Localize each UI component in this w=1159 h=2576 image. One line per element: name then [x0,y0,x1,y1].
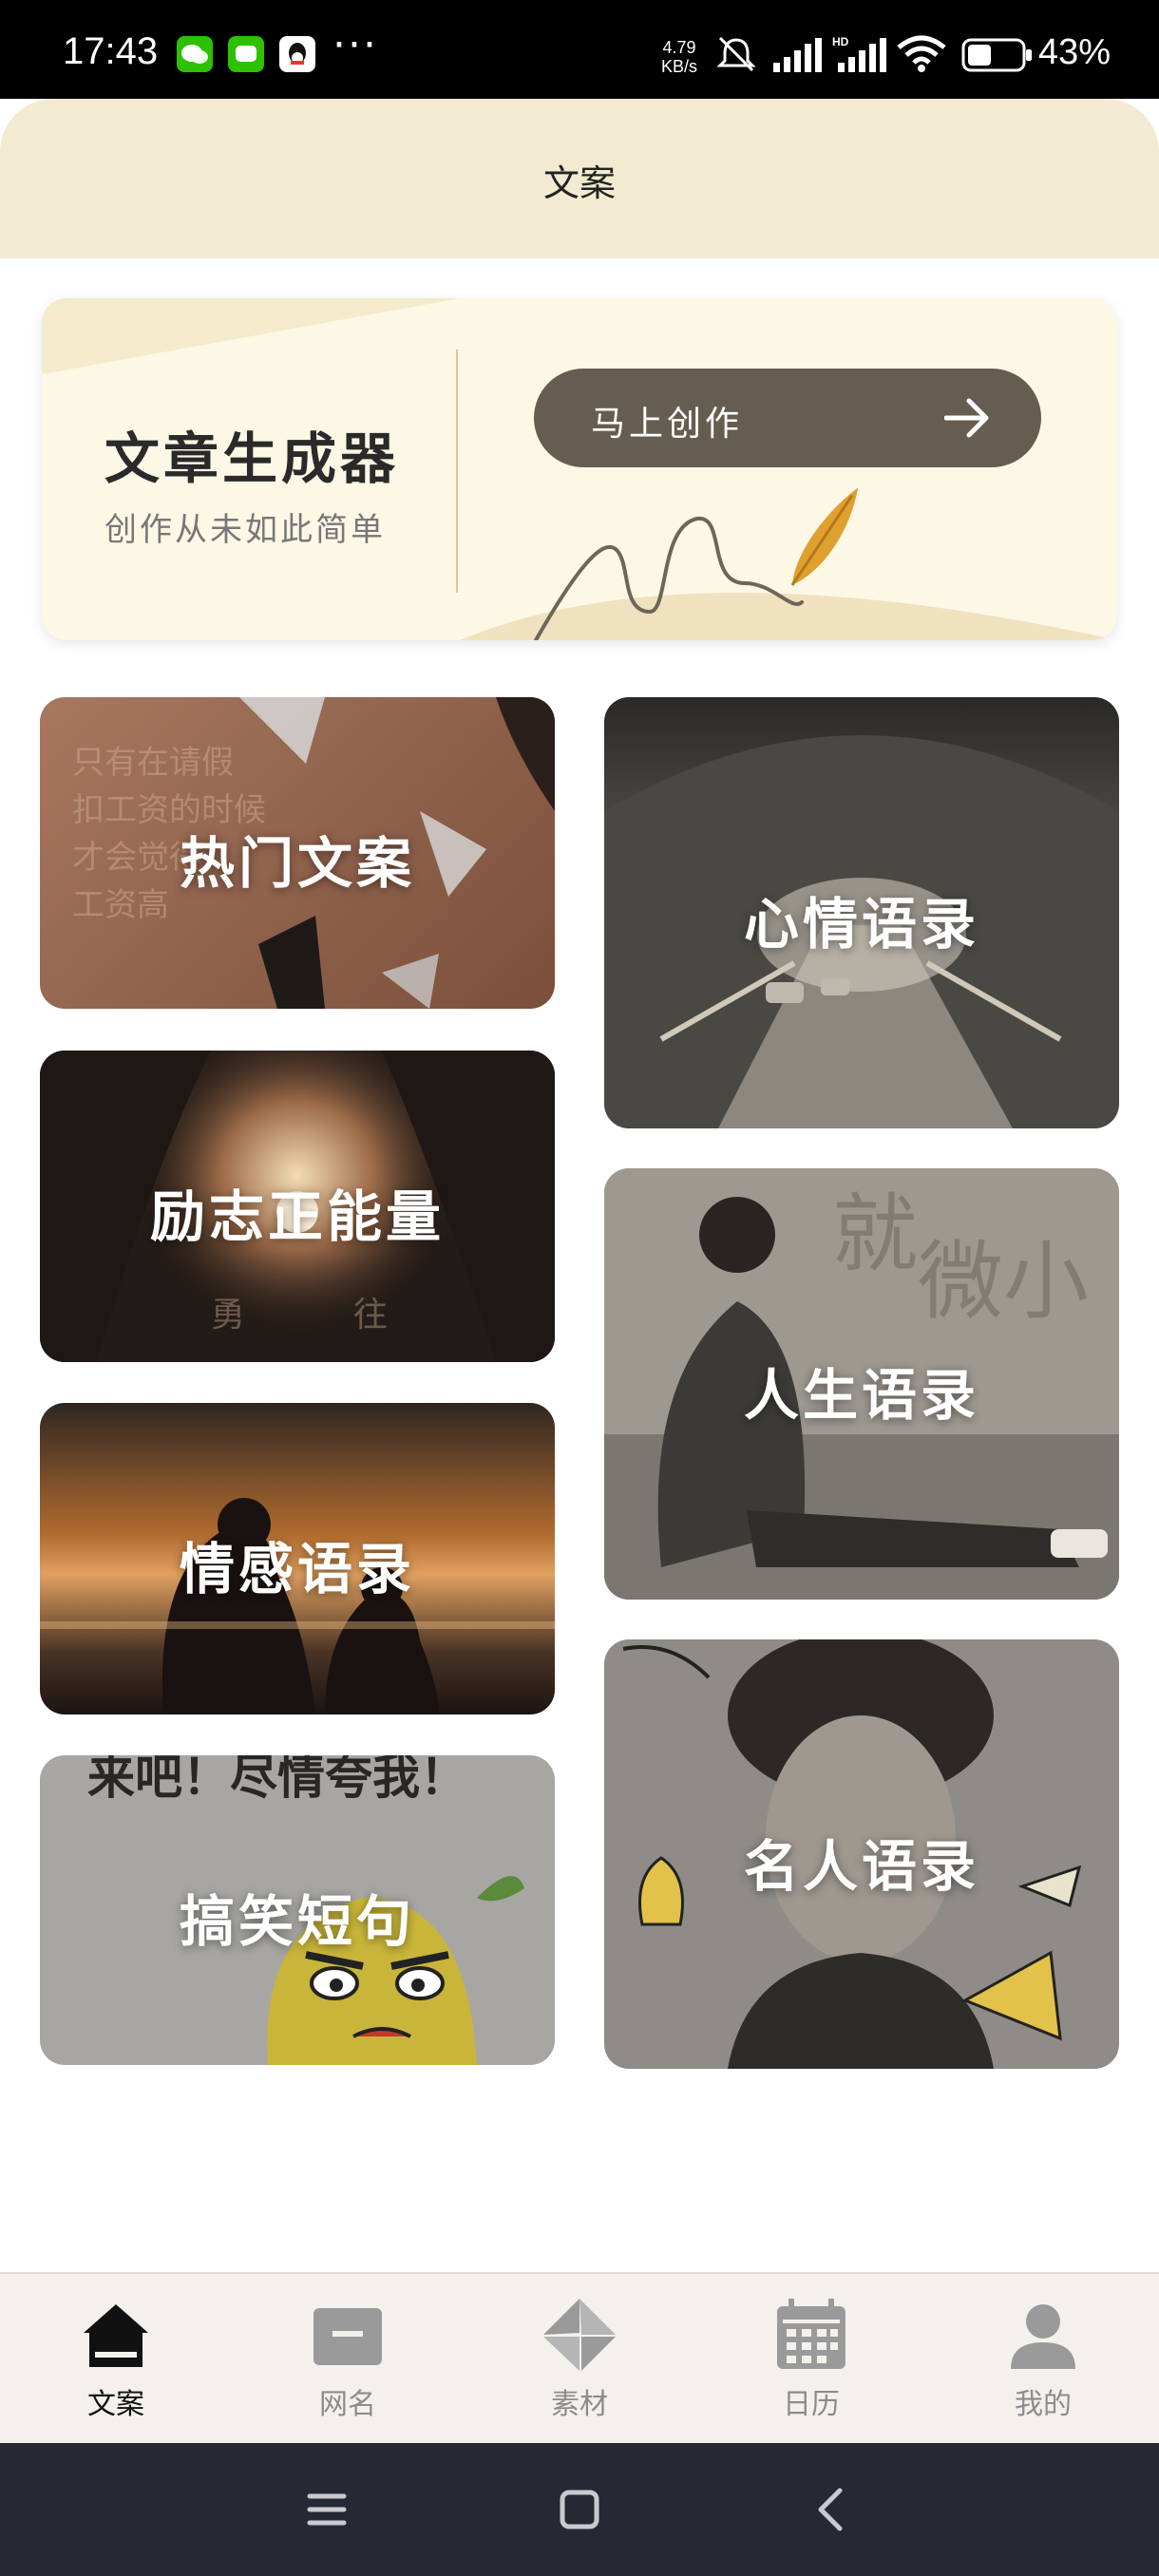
svg-text:HD: HD [832,35,849,48]
id-card-icon [314,2308,382,2365]
battery-percentage: 43% [1038,32,1112,72]
battery-icon [961,38,1032,72]
banner-title: 文章生成器 [104,426,400,491]
wifi-icon [897,35,946,72]
arrow-right-icon [944,398,989,438]
svg-text:勇: 勇 [211,1296,245,1335]
category-label-mood: 心情语录 [743,892,979,957]
category-label-famous: 名人语录 [743,1834,979,1899]
create-now-button[interactable]: 马上创作 [534,369,1041,467]
svg-text:只有在请假: 只有在请假 [72,744,234,782]
wechat-icon [177,36,213,72]
category-label-life: 人生语录 [743,1363,979,1428]
qq-icon [279,36,315,72]
profile-icon [1011,2304,1075,2369]
nav-label-material: 素材 [551,2388,608,2421]
svg-text:往: 往 [353,1296,388,1335]
category-label-emotion: 情感语录 [179,1537,415,1601]
message-icon [228,36,264,72]
nav-item-material[interactable]: 素材 [464,2274,695,2443]
svg-text:来吧！尽情夸我！: 来吧！尽情夸我！ [87,1755,467,1805]
category-label-funny: 搞笑短句 [179,1889,415,1954]
category-label-inspirational: 励志正能量 [149,1184,445,1249]
category-card-funny[interactable]: 来吧！尽情夸我！ 搞笑短句 [40,1755,555,2065]
net-speed-value: 4.79 [662,38,696,57]
nav-label-copywriting: 文案 [87,2388,144,2421]
create-now-label: 马上创作 [591,405,744,444]
system-navigation-bar [0,2443,1159,2576]
signal-icon [773,38,822,72]
svg-text:就: 就 [832,1184,918,1284]
net-speed-unit: KB/s [660,57,697,76]
status-time: 17:43 [63,30,159,72]
signal-hd-icon: HD [832,35,886,72]
net-speed: 4.79 KB/s [656,38,703,76]
svg-text:微小: 微小 [918,1232,1089,1332]
category-card-inspirational[interactable]: 勇 往 励志正能量 [40,1051,555,1362]
category-card-emotion[interactable]: 情感语录 [40,1403,555,1714]
nav-item-profile[interactable]: 我的 [927,2274,1159,2443]
material-icon [543,2299,616,2371]
calendar-icon [777,2299,846,2369]
nav-label-calendar: 日历 [783,2388,840,2421]
back-icon[interactable] [804,2481,861,2538]
category-card-famous[interactable]: 名人语录 [604,1639,1119,2069]
banner-subtitle: 创作从未如此简单 [104,511,386,549]
more-notifications-indicator: ··· [332,21,378,69]
category-card-mood[interactable]: 心情语录 [604,697,1119,1128]
category-card-hot[interactable]: 只有在请假 扣工资的时候 才会觉得 工资高 热门文案 [40,697,555,1009]
page-title: 文案 [542,162,616,204]
bottom-navigation: 文案 网名 素材 日历 我的 [0,2272,1159,2443]
nav-item-copywriting[interactable]: 文案 [0,2274,232,2443]
nav-label-profile: 我的 [1015,2388,1072,2421]
nav-item-calendar[interactable]: 日历 [695,2274,927,2443]
banner-divider [456,350,458,593]
mute-bell-icon [716,36,756,72]
category-label-hot: 热门文案 [179,831,415,896]
home-icon [84,2304,148,2367]
menu-icon[interactable] [298,2481,355,2538]
home-square-icon[interactable] [551,2481,608,2538]
nav-label-nickname: 网名 [319,2388,376,2421]
nav-item-nickname[interactable]: 网名 [232,2274,464,2443]
category-card-life[interactable]: 就 微小 人生语录 [604,1168,1119,1600]
